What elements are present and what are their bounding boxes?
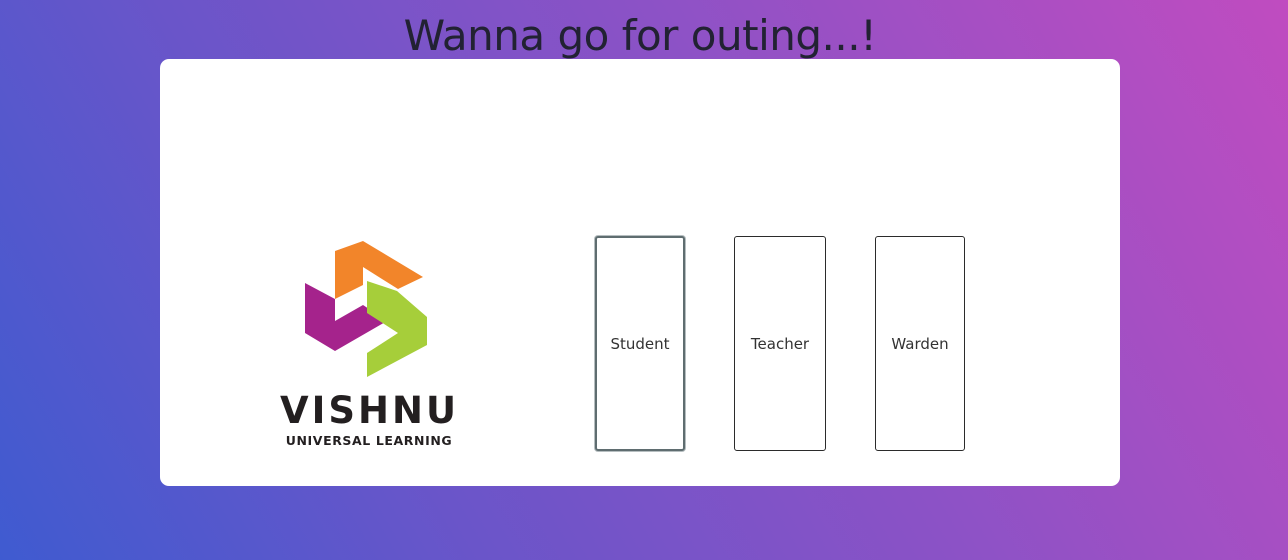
teacher-button[interactable]: Teacher	[734, 236, 826, 451]
role-selection-card: VISHNU UNIVERSAL LEARNING Student Teache…	[160, 59, 1120, 486]
logo-wordmark: VISHNU	[280, 389, 460, 432]
page-title: Wanna go for outing...!	[403, 11, 877, 60]
warden-button[interactable]: Warden	[875, 236, 965, 451]
vishnu-logo: VISHNU UNIVERSAL LEARNING	[280, 241, 458, 453]
vishnu-logo-mark-icon	[305, 241, 427, 377]
student-button[interactable]: Student	[595, 236, 685, 451]
logo-tagline: UNIVERSAL LEARNING	[285, 433, 453, 448]
